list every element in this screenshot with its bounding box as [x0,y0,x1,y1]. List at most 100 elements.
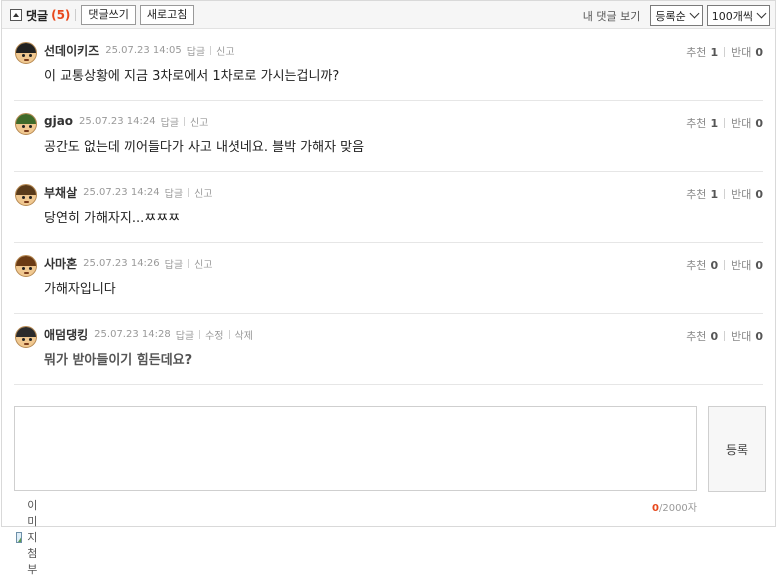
downvote-count: 0 [755,188,763,201]
comment-action-link[interactable]: 답글 [161,114,179,129]
comment-item: gjao 25.07.23 14:24 답글 신고 공간도 없는데 끼어들다가 사고 내… [14,101,763,172]
comment-action-link[interactable]: 신고 [194,185,212,200]
upvote-button[interactable]: 추천 0 [686,257,718,273]
per-page-select-value: 100개씩 [711,9,753,23]
comment-text: 뭐가 받아들이기 힘든데요? [44,353,193,368]
avatar-eye [22,125,25,128]
downvote-button[interactable]: 반대 0 [731,186,763,202]
comment-nickname[interactable]: 부채살 [44,184,77,201]
image-icon [16,531,23,543]
avatar-hair [16,256,36,266]
comment-action-link[interactable]: 답글 [165,256,183,271]
comment-action-link[interactable]: 답글 [187,43,205,58]
comment-text: 이 교통상황에 지금 3차로에서 1차로로 가시는겁니까? [44,69,340,84]
comment-date: 25.07.23 14:26 [83,257,160,269]
comment-item: 애덤댕킹 25.07.23 14:28 답글 수정 삭제 뭐가 받아들이기 힘든데요? 추천… [14,314,763,385]
comment-date: 25.07.23 14:05 [105,44,182,56]
comment-action-link[interactable]: 답글 [165,185,183,200]
comment-item: 선데이키즈 25.07.23 14:05 답글 신고이 교통상황에 지금 3차로에서 … [14,30,763,101]
divider [228,329,230,339]
refresh-button[interactable]: 새로고침 [139,5,195,25]
comment-nickname[interactable]: 사마혼 [44,255,77,272]
upvote-label: 추천 [686,330,707,343]
collapse-toggle-icon[interactable] [10,9,22,21]
write-comment-button[interactable]: 댓글쓰기 [81,5,136,25]
downvote-label: 반대 [731,259,752,272]
comment-nickname[interactable]: 애덤댕킹 [44,326,88,343]
comment-action-link[interactable]: 신고 [216,43,234,58]
upvote-button[interactable]: 추천 1 [686,115,718,131]
avatar-mouth [24,272,29,274]
upvote-button[interactable]: 추천 0 [686,328,718,344]
divider [724,47,726,57]
comment-meta: 부채살 25.07.23 14:24 답글 신고 [44,184,212,200]
comment-action-link[interactable]: 삭제 [235,327,253,342]
divider [724,189,726,199]
downvote-label: 반대 [731,330,752,343]
divider [724,260,726,270]
comment-nickname[interactable]: 선데이키즈 [44,42,99,59]
avatar-eye [22,54,25,57]
image-attach-button[interactable]: 이미지첨부 [16,497,45,577]
sort-select[interactable]: 등록순 [650,5,703,26]
avatar [15,42,37,64]
comment-date: 25.07.23 14:24 [83,186,160,198]
downvote-count: 0 [755,330,763,343]
avatar-eye [22,338,25,341]
avatar-hair [16,327,36,337]
upvote-count: 1 [710,46,719,59]
avatar-hair [16,43,36,53]
image-attach-label: 이미지첨부 [27,499,38,576]
divider [724,331,726,341]
divider [183,116,185,126]
upvote-count: 0 [710,259,719,272]
upvote-label: 추천 [686,259,707,272]
submit-button[interactable]: 등록 [708,406,766,492]
comment-text: 당연히 가해자지...ㅉㅉㅉ [44,211,181,226]
comment-votes: 추천 1 반대 0 [686,115,763,131]
comment-nickname[interactable]: gjao [44,114,73,128]
upvote-button[interactable]: 추천 1 [686,44,718,60]
chevron-down-icon [689,8,700,19]
downvote-count: 0 [755,259,763,272]
divider [188,258,190,268]
downvote-button[interactable]: 반대 0 [731,115,763,131]
comment-action-link[interactable]: 신고 [190,114,208,129]
per-page-select[interactable]: 100개씩 [706,5,770,26]
upvote-count: 1 [710,188,719,201]
avatar-eye [29,338,32,341]
upvote-label: 추천 [686,188,707,201]
downvote-label: 반대 [731,46,752,59]
char-counter: 0/2000자 [652,499,697,514]
upvote-button[interactable]: 추천 1 [686,186,718,202]
comment-action-link[interactable]: 답글 [176,327,194,342]
comment-meta: 사마혼 25.07.23 14:26 답글 신고 [44,255,212,271]
chevron-down-icon [756,8,767,19]
comment-action-link[interactable]: 수정 [205,327,223,342]
comment-date: 25.07.23 14:24 [79,115,156,127]
downvote-button[interactable]: 반대 0 [731,44,763,60]
char-current: 0 [652,503,659,514]
avatar-hair [16,185,36,195]
comment-action-link[interactable]: 신고 [194,256,212,271]
avatar-mouth [24,59,29,61]
comment-title: 댓글 [26,8,49,23]
avatar [15,113,37,135]
comment-count: (5) [51,8,71,22]
downvote-button[interactable]: 반대 0 [731,257,763,273]
divider [199,329,201,339]
avatar-mouth [24,343,29,345]
downvote-button[interactable]: 반대 0 [731,328,763,344]
avatar-hair [16,114,36,124]
downvote-count: 0 [755,46,763,59]
divider [724,118,726,128]
avatar-eye [29,125,32,128]
avatar-eye [22,196,25,199]
downvote-count: 0 [755,117,763,130]
comment-item: 사마혼 25.07.23 14:26 답글 신고 가해자입니다 추천 0 반대 0 [14,243,763,314]
comment-section: 댓글 (5) 댓글쓰기 새로고침 내 댓글 보기 등록순 100개씩 선데이키즈… [1,0,776,576]
sort-select-value: 등록순 [655,9,686,23]
comment-input[interactable] [14,406,697,491]
my-comments-link[interactable]: 내 댓글 보기 [583,8,641,24]
comment-meta: 선데이키즈 25.07.23 14:05 답글 신고 [44,42,235,58]
